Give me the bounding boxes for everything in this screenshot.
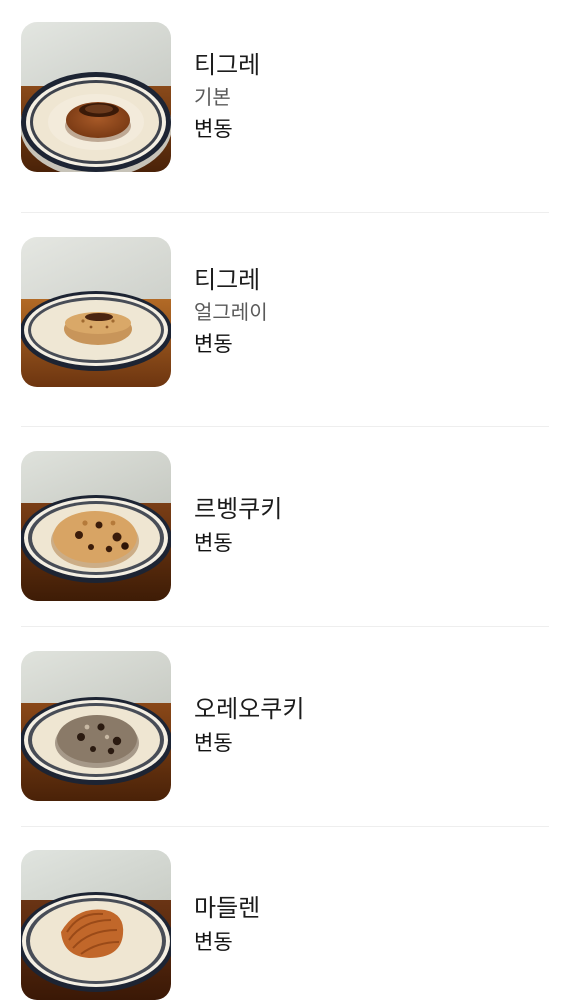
menu-item-tigre-earlgrey[interactable]: 티그레 얼그레이 변동	[21, 237, 549, 387]
menu-item-name: 티그레	[194, 266, 261, 294]
menu-item-tigre-plain[interactable]: 티그레 기본 변동	[21, 22, 549, 172]
menu-item-option: 얼그레이	[194, 300, 268, 324]
madeleine-photo	[21, 850, 171, 1000]
menu-item-name: 르벵쿠키	[194, 495, 283, 523]
menu-item-oreo-cookie[interactable]: 오레오쿠키 변동	[21, 651, 549, 801]
divider	[21, 426, 549, 427]
menu-item-name: 마들렌	[194, 894, 261, 922]
tigre-plain-photo	[21, 22, 171, 172]
divider	[21, 212, 549, 213]
menu-item-price: 변동	[194, 531, 233, 555]
menu-item-name: 티그레	[194, 51, 261, 79]
menu-item-info: 마들렌 변동	[194, 891, 260, 959]
menu-item-price: 변동	[194, 117, 233, 141]
menu-item-levain-cookie[interactable]: 르벵쿠키 변동	[21, 451, 549, 601]
menu-item-price: 변동	[194, 930, 233, 954]
menu-item-option: 기본	[194, 85, 231, 109]
menu-item-info: 오레오쿠키 변동	[194, 692, 304, 760]
menu-item-price: 변동	[194, 332, 233, 356]
menu-item-info: 티그레 얼그레이 변동	[194, 263, 268, 361]
menu-item-price: 변동	[194, 731, 233, 755]
oreo-cookie-photo	[21, 651, 171, 801]
levain-cookie-photo	[21, 451, 171, 601]
divider	[21, 626, 549, 627]
divider	[21, 826, 549, 827]
tigre-earlgrey-photo	[21, 237, 171, 387]
menu-item-name: 오레오쿠키	[194, 695, 305, 723]
menu-item-info: 티그레 기본 변동	[194, 48, 260, 146]
menu-item-madeleine[interactable]: 마들렌 변동	[21, 850, 549, 1000]
menu-item-info: 르벵쿠키 변동	[194, 492, 282, 560]
